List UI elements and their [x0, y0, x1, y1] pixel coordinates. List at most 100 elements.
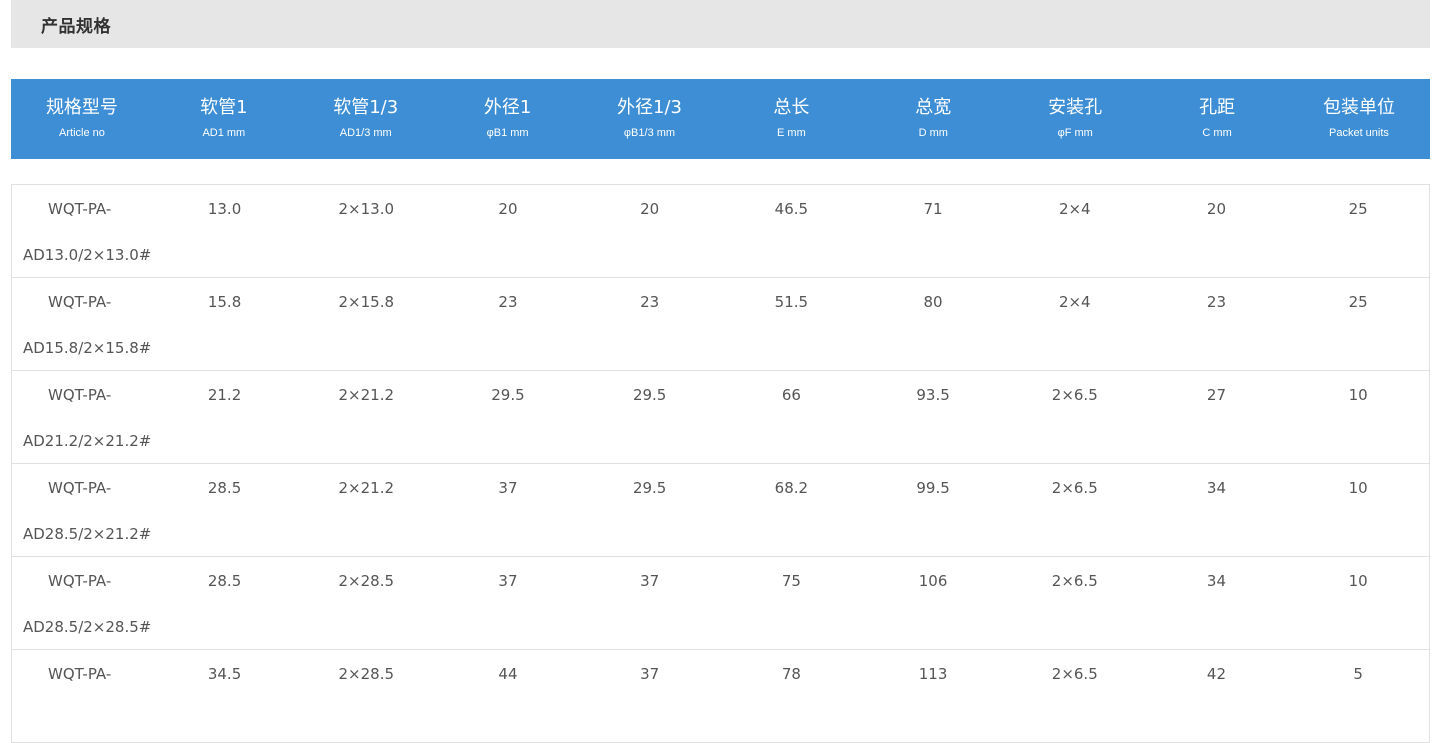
cell-mounting-hole: 2×4 — [1058, 200, 1091, 218]
section-header-bar: 产品规格 — [11, 0, 1430, 48]
table-row: WQT-PA- AD13.0/2×13.0# 13.0 2×13.0 20 20 … — [12, 185, 1429, 278]
header-packet-units: 包装单位 Packet units — [1288, 79, 1430, 159]
cell-b1-3: 23 — [640, 293, 660, 311]
cell-b1: 44 — [498, 665, 518, 683]
cell-ad1: 15.8 — [207, 293, 242, 311]
cell-total-width: 80 — [923, 293, 943, 311]
header-label-zh: 软管1 — [200, 97, 248, 118]
article-suffix: AD15.8/2×15.8# — [23, 339, 152, 357]
cell-packet-units: 5 — [1353, 665, 1363, 683]
table-header: 规格型号 Article no 软管1 AD1 mm 软管1/3 AD1/3 mm 外… — [11, 79, 1430, 159]
cell-ad1-3: 2×28.5 — [338, 572, 395, 590]
article-cell: WQT-PA- AD28.5/2×21.2# — [12, 464, 154, 556]
cell-hole-spacing: 23 — [1206, 293, 1227, 311]
cell-b1: 37 — [498, 479, 518, 497]
cell-ad1: 34.5 — [207, 665, 242, 683]
header-label-zh: 总宽 — [915, 97, 952, 118]
cell-ad1: 28.5 — [207, 479, 242, 497]
cell-packet-units: 25 — [1348, 200, 1368, 218]
article-cell: WQT-PA- — [12, 650, 154, 742]
header-b1-3: 外径1/3 φB1/3 mm — [579, 79, 721, 159]
cell-total-width: 99.5 — [916, 479, 950, 497]
cell-hole-spacing: 34 — [1206, 572, 1227, 590]
cell-b1: 37 — [498, 572, 518, 590]
cell-b1: 23 — [498, 293, 518, 311]
cell-total-width: 113 — [918, 665, 948, 683]
cell-packet-units: 10 — [1348, 479, 1368, 497]
table-row: WQT-PA- 34.5 2×28.5 44 37 78 113 2×6.5 4… — [12, 650, 1429, 743]
article-prefix: WQT-PA- — [48, 479, 112, 497]
article-cell: WQT-PA- AD15.8/2×15.8# — [12, 278, 154, 370]
cell-b1: 29.5 — [491, 386, 525, 404]
cell-mounting-hole: 2×4 — [1058, 293, 1091, 311]
header-label-en: C mm — [1202, 127, 1232, 139]
cell-ad1-3: 2×21.2 — [338, 479, 395, 497]
cell-b1-3: 20 — [640, 200, 660, 218]
table-row: WQT-PA- AD21.2/2×21.2# 21.2 2×21.2 29.5 2… — [12, 371, 1429, 464]
header-label-en: Packet units — [1329, 127, 1389, 139]
article-cell: WQT-PA- AD13.0/2×13.0# — [12, 185, 154, 277]
header-label-en: φF mm — [1057, 127, 1093, 139]
article-prefix: WQT-PA- — [48, 293, 112, 311]
header-total-length: 总长 E mm — [720, 79, 862, 159]
cell-total-length: 68.2 — [774, 479, 809, 497]
header-label-en: AD1/3 mm — [339, 127, 392, 139]
header-label-en: D mm — [918, 127, 948, 139]
cell-ad1-3: 2×28.5 — [338, 665, 395, 683]
cell-ad1-3: 2×13.0 — [338, 200, 395, 218]
cell-ad1-3: 2×21.2 — [338, 386, 395, 404]
cell-ad1-3: 2×15.8 — [338, 293, 395, 311]
header-label-en: E mm — [777, 127, 806, 139]
cell-total-width: 106 — [918, 572, 948, 590]
cell-packet-units: 25 — [1348, 293, 1368, 311]
header-article-no: 规格型号 Article no — [11, 79, 153, 159]
cell-hole-spacing: 34 — [1206, 479, 1227, 497]
cell-total-width: 71 — [923, 200, 943, 218]
cell-ad1: 21.2 — [207, 386, 242, 404]
article-prefix: WQT-PA- — [48, 200, 112, 218]
header-ad1-3: 软管1/3 AD1/3 mm — [295, 79, 437, 159]
section-title: 产品规格 — [41, 16, 111, 37]
header-label-zh: 软管1/3 — [333, 97, 399, 118]
cell-total-length: 46.5 — [774, 200, 809, 218]
article-suffix: AD13.0/2×13.0# — [23, 246, 152, 264]
article-prefix: WQT-PA- — [48, 572, 112, 590]
cell-total-length: 66 — [781, 386, 801, 404]
header-label-zh: 包装单位 — [1322, 97, 1395, 118]
cell-b1-3: 37 — [640, 665, 660, 683]
header-label-zh: 外径1 — [483, 97, 532, 118]
header-mounting-hole: 安装孔 φF mm — [1004, 79, 1146, 159]
cell-b1-3: 29.5 — [632, 479, 667, 497]
cell-mounting-hole: 2×6.5 — [1051, 572, 1098, 590]
cell-b1-3: 29.5 — [632, 386, 667, 404]
cell-mounting-hole: 2×6.5 — [1051, 479, 1098, 497]
header-b1: 外径1 φB1 mm — [437, 79, 579, 159]
table-row: WQT-PA- AD15.8/2×15.8# 15.8 2×15.8 23 23 … — [12, 278, 1429, 371]
article-suffix: AD21.2/2×21.2# — [23, 432, 152, 450]
header-total-width: 总宽 D mm — [862, 79, 1004, 159]
header-label-zh: 孔距 — [1199, 97, 1236, 118]
cell-b1: 20 — [498, 200, 518, 218]
header-label-en: AD1 mm — [202, 127, 246, 139]
article-suffix: AD28.5/2×21.2# — [23, 525, 152, 543]
cell-total-length: 75 — [781, 572, 801, 590]
table-row: WQT-PA- AD28.5/2×28.5# 28.5 2×28.5 37 37 … — [12, 557, 1429, 650]
header-hole-spacing: 孔距 C mm — [1146, 79, 1288, 159]
cell-ad1: 28.5 — [207, 572, 242, 590]
article-suffix: AD28.5/2×28.5# — [23, 618, 152, 636]
cell-b1-3: 37 — [640, 572, 660, 590]
cell-hole-spacing: 20 — [1206, 200, 1227, 218]
header-label-zh: 安装孔 — [1048, 97, 1103, 118]
cell-total-length: 78 — [781, 665, 801, 683]
cell-mounting-hole: 2×6.5 — [1051, 665, 1098, 683]
cell-hole-spacing: 27 — [1206, 386, 1227, 404]
cell-packet-units: 10 — [1348, 572, 1368, 590]
article-prefix: WQT-PA- — [48, 665, 112, 683]
cell-hole-spacing: 42 — [1206, 665, 1227, 683]
article-cell: WQT-PA- AD21.2/2×21.2# — [12, 371, 154, 463]
cell-total-length: 51.5 — [774, 293, 809, 311]
spec-table: WQT-PA- AD13.0/2×13.0# 13.0 2×13.0 20 20 … — [11, 184, 1430, 743]
header-label-zh: 规格型号 — [45, 97, 118, 118]
header-label-en: Article no — [59, 127, 105, 139]
header-label-en: φB1/3 mm — [623, 127, 676, 139]
